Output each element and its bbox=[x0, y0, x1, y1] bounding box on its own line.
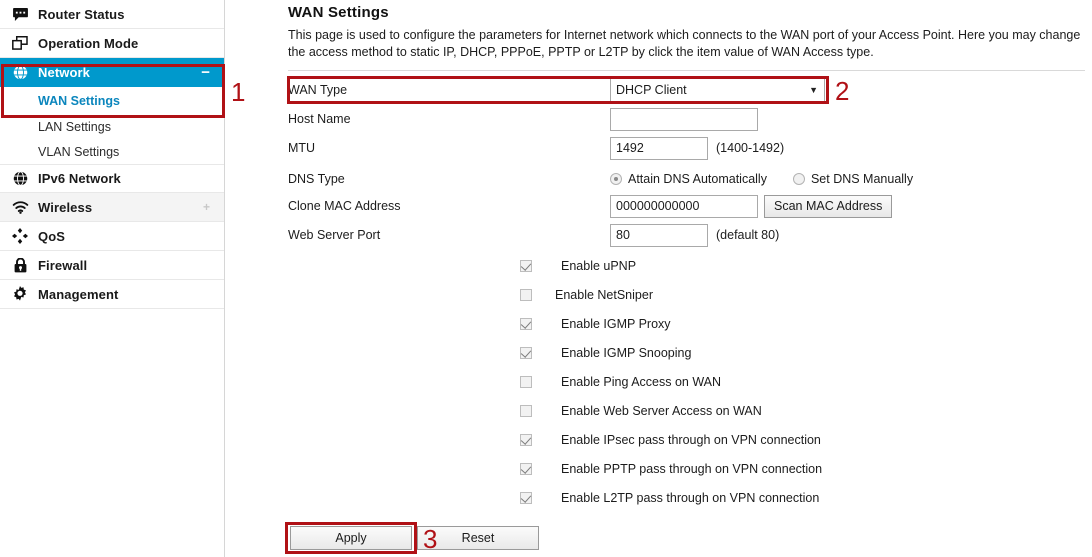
sidebar-sub-label: LAN Settings bbox=[38, 120, 111, 134]
checkbox-web-server-access-wan[interactable] bbox=[520, 405, 532, 417]
sidebar-sub-label: WAN Settings bbox=[38, 94, 120, 108]
checkbox-label: Enable PPTP pass through on VPN connecti… bbox=[561, 462, 822, 476]
checkbox-igmp-proxy[interactable] bbox=[520, 318, 532, 330]
sidebar-item-vlan-settings[interactable]: VLAN Settings bbox=[0, 139, 224, 164]
checkbox-row-ping-access-wan[interactable]: Enable Ping Access on WAN bbox=[520, 371, 721, 392]
checkbox-label: Enable Web Server Access on WAN bbox=[561, 404, 762, 418]
collapse-minus-icon[interactable]: − bbox=[201, 65, 210, 80]
sidebar-item-label: QoS bbox=[38, 229, 65, 244]
sidebar-item-ipv6-network[interactable]: IPv6 Network bbox=[0, 164, 224, 193]
checkbox-row-l2tp-passthrough[interactable]: Enable L2TP pass through on VPN connecti… bbox=[520, 487, 819, 508]
radio-set-dns-manually[interactable] bbox=[793, 173, 805, 185]
sidebar-sub-label: VLAN Settings bbox=[38, 145, 119, 159]
checkbox-row-web-server-access-wan[interactable]: Enable Web Server Access on WAN bbox=[520, 400, 762, 421]
sidebar-item-network[interactable]: Network − bbox=[0, 58, 224, 87]
checkbox-label: Enable IGMP Proxy bbox=[561, 317, 671, 331]
comment-icon bbox=[8, 8, 32, 21]
checkbox-row-ipsec-passthrough[interactable]: Enable IPsec pass through on VPN connect… bbox=[520, 429, 821, 450]
checkbox-l2tp-passthrough[interactable] bbox=[520, 492, 532, 504]
sidebar-item-qos[interactable]: QoS bbox=[0, 222, 224, 251]
wan-type-label: WAN Type bbox=[288, 83, 610, 97]
diamond-arrows-icon bbox=[8, 228, 32, 244]
globe-icon bbox=[8, 65, 32, 80]
checkbox-label: Enable IPsec pass through on VPN connect… bbox=[561, 433, 821, 447]
host-name-row: Host Name bbox=[288, 105, 1083, 133]
checkbox-row-netsniper[interactable]: Enable NetSniper bbox=[520, 284, 653, 305]
sidebar-item-label: Firewall bbox=[38, 258, 87, 273]
sidebar-item-wireless[interactable]: Wireless + bbox=[0, 193, 224, 222]
globe-icon bbox=[8, 171, 32, 186]
page-title: WAN Settings bbox=[288, 4, 389, 21]
checkbox-upnp[interactable] bbox=[520, 260, 532, 272]
main-content: WAN Settings This page is used to config… bbox=[226, 0, 1092, 557]
web-server-port-row: Web Server Port (default 80) bbox=[288, 221, 1083, 249]
checkbox-row-igmp-proxy[interactable]: Enable IGMP Proxy bbox=[520, 313, 671, 334]
apply-button[interactable]: Apply bbox=[290, 526, 412, 550]
sidebar-item-label: Wireless bbox=[38, 200, 92, 215]
radio-attain-dns-label: Attain DNS Automatically bbox=[628, 172, 767, 186]
mtu-input[interactable] bbox=[610, 137, 708, 160]
dns-type-row: DNS Type Attain DNS Automatically Set DN… bbox=[288, 165, 1083, 193]
scan-mac-address-button[interactable]: Scan MAC Address bbox=[764, 195, 892, 218]
clone-mac-label: Clone MAC Address bbox=[288, 199, 610, 213]
checkbox-label: Enable NetSniper bbox=[555, 288, 653, 302]
dns-type-label: DNS Type bbox=[288, 172, 610, 186]
radio-set-dns-label: Set DNS Manually bbox=[811, 172, 913, 186]
checkbox-ipsec-passthrough[interactable] bbox=[520, 434, 532, 446]
sidebar-item-label: Router Status bbox=[38, 7, 125, 22]
web-server-port-hint: (default 80) bbox=[716, 228, 779, 242]
checkbox-row-upnp[interactable]: Enable uPNP bbox=[520, 255, 636, 276]
sidebar-item-firewall[interactable]: Firewall bbox=[0, 251, 224, 280]
sidebar-item-operation-mode[interactable]: Operation Mode bbox=[0, 29, 224, 58]
checkbox-igmp-snooping[interactable] bbox=[520, 347, 532, 359]
checkbox-row-igmp-snooping[interactable]: Enable IGMP Snooping bbox=[520, 342, 691, 363]
wan-type-row: WAN Type DHCP Client ▼ bbox=[288, 76, 1083, 104]
sidebar-item-wan-settings[interactable]: WAN Settings bbox=[0, 87, 224, 114]
mtu-row: MTU (1400-1492) bbox=[288, 134, 1083, 162]
sidebar-item-label: IPv6 Network bbox=[38, 171, 121, 186]
checkbox-netsniper[interactable] bbox=[520, 289, 532, 301]
web-server-port-input[interactable] bbox=[610, 224, 708, 247]
lock-icon bbox=[8, 258, 32, 273]
checkbox-row-pptp-passthrough[interactable]: Enable PPTP pass through on VPN connecti… bbox=[520, 458, 822, 479]
windows-stack-icon bbox=[8, 36, 32, 50]
page-description: This page is used to configure the param… bbox=[288, 27, 1083, 61]
sidebar-item-management[interactable]: Management bbox=[0, 280, 224, 309]
mtu-hint: (1400-1492) bbox=[716, 141, 784, 155]
section-divider bbox=[288, 70, 1085, 71]
mtu-label: MTU bbox=[288, 141, 610, 155]
wan-type-select-wrapper: DHCP Client ▼ bbox=[610, 78, 825, 103]
wifi-icon bbox=[8, 201, 32, 214]
wan-type-select[interactable]: DHCP Client bbox=[610, 78, 825, 103]
sidebar-item-lan-settings[interactable]: LAN Settings bbox=[0, 114, 224, 139]
checkbox-label: Enable L2TP pass through on VPN connecti… bbox=[561, 491, 819, 505]
sidebar-item-label: Network bbox=[38, 65, 90, 80]
host-name-label: Host Name bbox=[288, 112, 610, 126]
checkbox-ping-access-wan[interactable] bbox=[520, 376, 532, 388]
host-name-input[interactable] bbox=[610, 108, 758, 131]
checkbox-label: Enable Ping Access on WAN bbox=[561, 375, 721, 389]
sidebar-item-router-status[interactable]: Router Status bbox=[0, 0, 224, 29]
checkbox-label: Enable uPNP bbox=[561, 259, 636, 273]
checkbox-pptp-passthrough[interactable] bbox=[520, 463, 532, 475]
sidebar: Router Status Operation Mode Network − W… bbox=[0, 0, 225, 557]
web-server-port-label: Web Server Port bbox=[288, 228, 610, 242]
radio-attain-dns-automatically[interactable] bbox=[610, 173, 622, 185]
sidebar-item-label: Management bbox=[38, 287, 118, 302]
checkbox-label: Enable IGMP Snooping bbox=[561, 346, 691, 360]
gear-icon bbox=[8, 286, 32, 302]
clone-mac-row: Clone MAC Address Scan MAC Address bbox=[288, 192, 1083, 220]
sidebar-item-label: Operation Mode bbox=[38, 36, 138, 51]
reset-button[interactable]: Reset bbox=[417, 526, 539, 550]
clone-mac-input[interactable] bbox=[610, 195, 758, 218]
expand-plus-icon[interactable]: + bbox=[203, 201, 210, 213]
